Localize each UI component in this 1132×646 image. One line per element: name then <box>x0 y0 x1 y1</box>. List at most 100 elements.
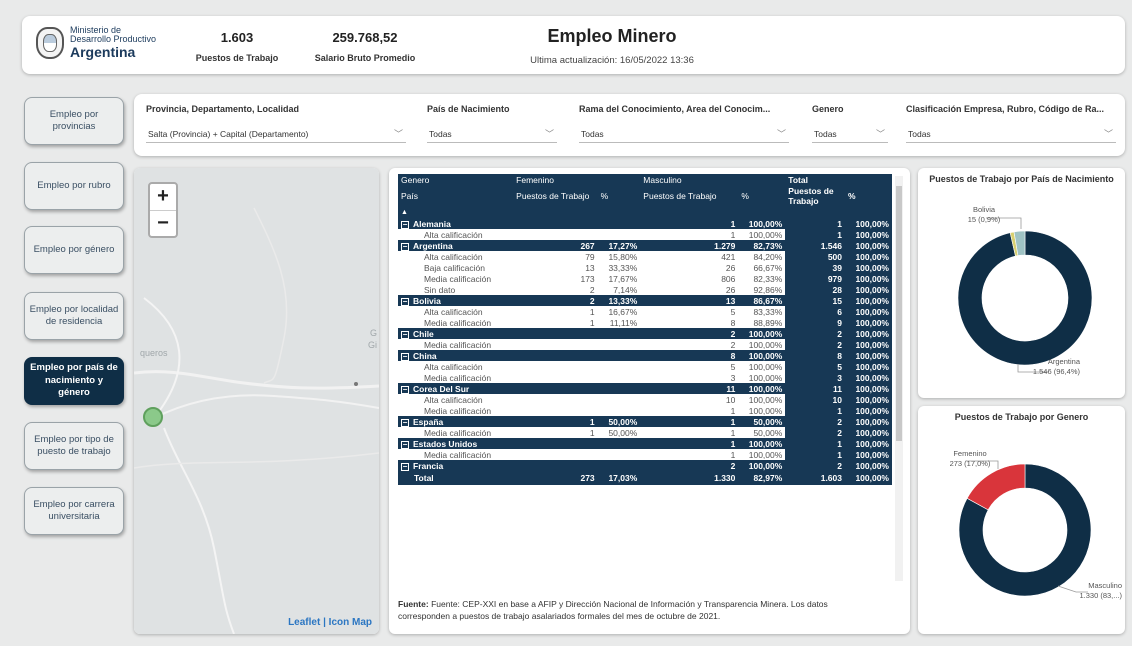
source-label: Fuente: <box>398 599 429 609</box>
filter-clasificacion-dropdown[interactable]: Todas ﹀ <box>906 125 1116 143</box>
scrollbar-thumb[interactable] <box>896 186 902 441</box>
header-genero: Genero <box>398 174 514 186</box>
header-tot-pct[interactable]: % <box>845 186 892 207</box>
zoom-out-button[interactable]: − <box>150 210 176 236</box>
row-label: Alemania <box>413 218 451 229</box>
data-label: Femenino <box>953 449 986 458</box>
map-panel[interactable]: queros G Gi + − Leaflet | Icon Map <box>134 168 379 634</box>
row-label: Corea Del Sur <box>413 383 470 394</box>
row-label: Media calificación <box>424 427 492 438</box>
nav-genero-button[interactable]: Empleo por género <box>24 226 124 274</box>
filter-pais: País de Nacimiento Todas ﹀ <box>427 104 557 143</box>
header-masculino: Masculino <box>640 174 786 186</box>
collapse-icon[interactable]: − <box>401 220 409 229</box>
table-row: Alta calificación 79 15,80% 421 84,20% 500 100… <box>398 251 892 263</box>
cell-tot-pct: 100,00% <box>845 262 892 274</box>
nav-pais-genero-button[interactable]: Empleo por país de nacimiento y género <box>24 357 124 405</box>
row-label: Alta calificación <box>424 394 483 405</box>
cell-fem-pct: 16,67% <box>597 306 641 318</box>
cell-tot-puestos: 2 <box>785 416 845 428</box>
cell-tot-puestos: 1.546 <box>785 240 845 252</box>
cell-mas-puestos: 1.279 <box>640 240 739 252</box>
nav-tipo-puesto-button[interactable]: Empleo por tipo de puesto de trabajo <box>24 422 124 470</box>
cell-mas-pct: 100,00% <box>738 218 786 230</box>
map-attribution[interactable]: Leaflet | Icon Map <box>288 617 372 628</box>
cell-mas-pct: 50,00% <box>738 416 786 428</box>
cell-pais: Alta calificación <box>398 394 514 406</box>
table-scrollbar[interactable] <box>895 176 903 581</box>
collapse-icon[interactable]: − <box>401 385 409 394</box>
collapse-icon[interactable]: − <box>401 462 409 471</box>
row-label: Baja calificación <box>424 262 485 273</box>
cell-mas-pct: 86,67% <box>738 295 786 307</box>
cell-fem-puestos <box>513 383 598 395</box>
cell-pais: Alta calificación <box>398 306 514 318</box>
table-group-row: − Francia 2 100,00% 2 100,00% <box>398 460 892 472</box>
location-marker-icon[interactable] <box>143 407 163 427</box>
filters-bar: Provincia, Departamento, Localidad Salta… <box>134 94 1125 156</box>
zoom-in-button[interactable]: + <box>150 184 176 210</box>
donut-genero-chart: Femenino273 (17,0%) Masculino1.330 (83,..… <box>950 449 1123 600</box>
collapse-icon[interactable]: − <box>401 242 409 251</box>
header-mas-puestos[interactable]: Puestos de Trabajo <box>640 186 739 207</box>
cell-tot-puestos: 11 <box>785 383 845 395</box>
collapse-icon[interactable]: − <box>401 330 409 339</box>
nav-localidad-button[interactable]: Empleo por localidad de residencia <box>24 292 124 340</box>
slice-femenino[interactable] <box>966 463 1026 511</box>
cell-pais: Media calificación <box>398 339 514 351</box>
filter-provincia-dropdown[interactable]: Salta (Provincia) + Capital (Departament… <box>146 125 406 143</box>
header-tot-puestos[interactable]: Puestos de Trabajo <box>785 186 845 207</box>
chevron-down-icon: ﹀ <box>875 129 885 139</box>
table-group-row: − Bolivia 2 13,33% 13 86,67% 15 100,00% <box>398 295 892 307</box>
header-fem-pct[interactable]: % <box>597 186 641 207</box>
filter-provincia-value: Salta (Provincia) + Capital (Departament… <box>148 129 309 139</box>
row-label: Argentina <box>413 240 453 251</box>
cell-pais: Media calificación <box>398 405 514 417</box>
filter-clasificacion-label: Clasificación Empresa, Rubro, Código de … <box>906 104 1105 114</box>
cell-fem-pct: 50,00% <box>597 427 641 439</box>
cell-mas-pct: 92,86% <box>738 284 786 296</box>
cell-tot-pct: 100,00% <box>845 438 892 450</box>
kpi-jobs-value: 1.603 <box>220 30 254 45</box>
header-mas-pct[interactable]: % <box>738 186 786 207</box>
nav-carrera-button[interactable]: Empleo por carrera universitaria <box>24 487 124 535</box>
nav-rubro-button[interactable]: Empleo por rubro <box>24 162 124 210</box>
collapse-icon[interactable]: − <box>401 440 409 449</box>
collapse-icon[interactable]: − <box>401 352 409 361</box>
header-pais[interactable]: País <box>398 186 514 207</box>
cell-fem-pct: 33,33% <box>597 262 641 274</box>
filter-pais-label: País de Nacimiento <box>427 104 510 114</box>
cell-tot-pct: 100,00% <box>845 460 892 472</box>
collapse-icon[interactable]: − <box>401 418 409 427</box>
filter-pais-dropdown[interactable]: Todas ﹀ <box>427 125 557 143</box>
sort-asc-icon[interactable]: ▲ <box>398 206 514 219</box>
cell-tot-pct: 100,00% <box>845 416 892 428</box>
table-row: Media calificación 3 100,00% 3 100,00% <box>398 372 892 384</box>
cell-mas-puestos: 8 <box>640 350 739 362</box>
collapse-icon[interactable]: − <box>401 297 409 306</box>
cell-mas-puestos: 13 <box>640 295 739 307</box>
cell-fem-puestos <box>513 394 598 406</box>
filter-genero-dropdown[interactable]: Todas ﹀ <box>812 125 888 143</box>
table-row: Alta calificación 10 100,00% 10 100,00% <box>398 394 892 406</box>
cell-fem-puestos <box>513 460 598 472</box>
cell-mas-pct: 82,33% <box>738 273 786 285</box>
row-label: Chile <box>413 328 434 339</box>
cell-mas-pct: 100,00% <box>738 372 786 384</box>
cell-tot-pct: 100,00% <box>845 284 892 296</box>
cell-tot-pct: 100,00% <box>845 405 892 417</box>
nav-provincias-button[interactable]: Empleo por provincias <box>24 97 124 145</box>
cell-fem-pct <box>597 394 641 406</box>
cell-fem-pct <box>597 372 641 384</box>
filter-rama-value: Todas <box>581 129 604 139</box>
cell-mas-pct: 100,00% <box>738 394 786 406</box>
table-group-row: − Alemania 1 100,00% 1 100,00% <box>398 218 892 230</box>
header-fem-puestos[interactable]: Puestos de Trabajo <box>513 186 598 207</box>
filter-rama-dropdown[interactable]: Todas ﹀ <box>579 125 789 143</box>
cell-mas-pct: 100,00% <box>738 449 786 461</box>
cell-tot-pct: 100,00% <box>845 273 892 285</box>
row-label: Alta calificación <box>424 361 483 372</box>
ministry-logo: Ministerio de Desarrollo Productivo Arge… <box>36 25 156 60</box>
chevron-down-icon: ﹀ <box>776 129 786 139</box>
matrix-body: − Alemania 1 100,00% 1 100,00% Alta calificaci… <box>398 218 892 486</box>
